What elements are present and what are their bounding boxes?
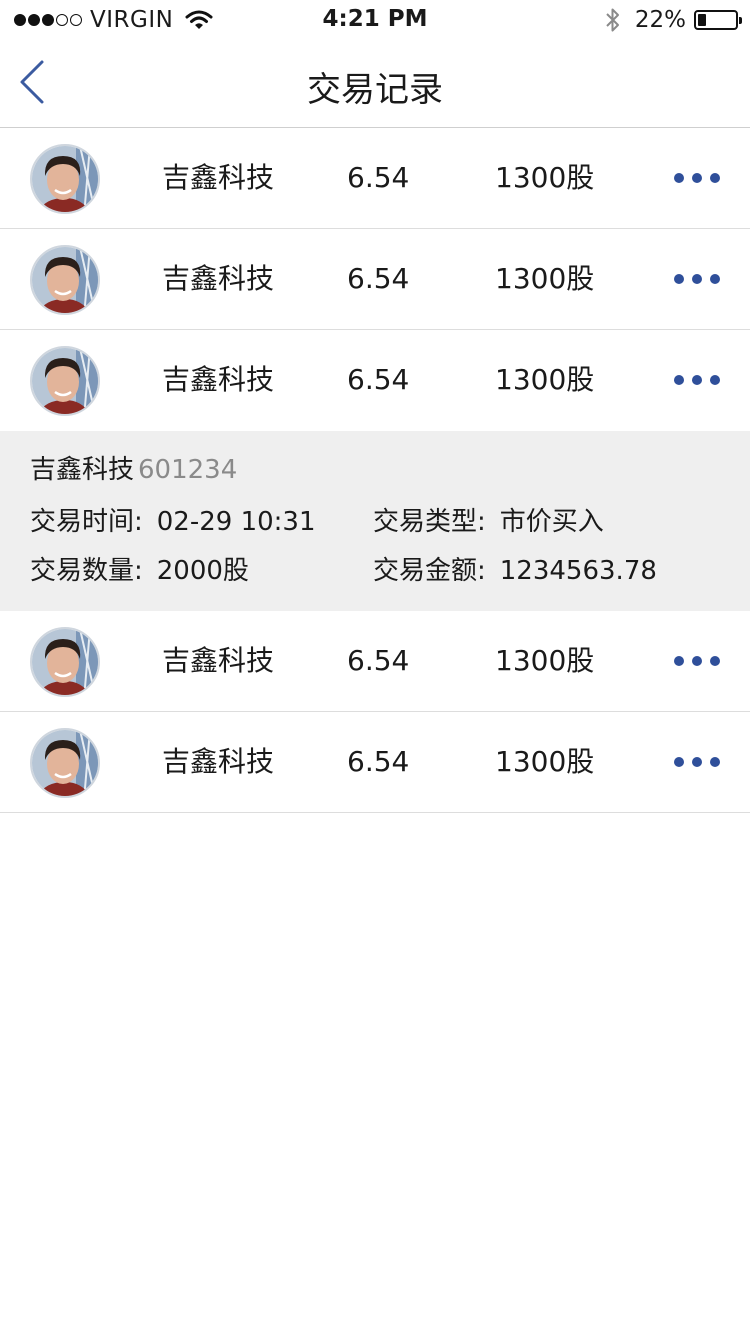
status-right: 22% xyxy=(605,6,742,34)
detail-value: 市价买入 xyxy=(499,507,604,537)
battery-percent: 22% xyxy=(634,7,686,33)
table-row[interactable]: 吉鑫科技 6.54 1300股 xyxy=(0,611,750,712)
detail-label: 交易金额: xyxy=(373,556,486,586)
table-row[interactable]: 吉鑫科技 6.54 1300股 xyxy=(0,330,750,431)
stock-quantity: 1300股 xyxy=(495,161,595,194)
bluetooth-icon xyxy=(606,8,619,32)
trade-record-list: 吉鑫科技 6.54 1300股 吉鑫科技 6.54 1300股 吉鑫科技 6.5… xyxy=(0,128,750,813)
detail-trade-quantity: 交易数量: 2000股 xyxy=(30,554,249,588)
detail-value: 1234563.78 xyxy=(499,556,657,586)
more-icon[interactable] xyxy=(674,173,720,183)
stock-name: 吉鑫科技 xyxy=(162,745,275,778)
detail-label: 交易类型: xyxy=(373,507,486,537)
detail-label: 交易时间: xyxy=(30,507,143,537)
avatar xyxy=(30,627,100,697)
stock-price: 6.54 xyxy=(347,745,410,778)
battery-icon xyxy=(694,10,742,30)
stock-price: 6.54 xyxy=(347,644,410,677)
stock-price: 6.54 xyxy=(347,363,410,396)
detail-label: 交易数量: xyxy=(30,556,143,586)
detail-value: 2000股 xyxy=(156,556,249,586)
detail-value: 02-29 10:31 xyxy=(156,507,316,537)
stock-quantity: 1300股 xyxy=(495,745,595,778)
stock-price: 6.54 xyxy=(347,262,410,295)
detail-title: 吉鑫科技 601234 xyxy=(30,453,237,487)
more-icon[interactable] xyxy=(674,274,720,284)
detail-trade-amount: 交易金额: 1234563.78 xyxy=(373,554,657,588)
nav-bar: 交易记录 xyxy=(0,40,750,128)
detail-trade-type: 交易类型: 市价买入 xyxy=(373,505,604,539)
avatar xyxy=(30,346,100,416)
stock-quantity: 1300股 xyxy=(495,363,595,396)
stock-price: 6.54 xyxy=(347,161,410,194)
stock-quantity: 1300股 xyxy=(495,644,595,677)
detail-trade-time: 交易时间: 02-29 10:31 xyxy=(30,505,316,539)
stock-name: 吉鑫科技 xyxy=(162,262,275,295)
table-row[interactable]: 吉鑫科技 6.54 1300股 xyxy=(0,712,750,813)
status-bar: VIRGIN 4:21 PM 22% xyxy=(0,0,750,40)
page-title: 交易记录 xyxy=(307,70,443,110)
avatar xyxy=(30,144,100,214)
trade-detail-panel: 吉鑫科技 601234 交易时间: 02-29 10:31 交易类型: 市价买入 交易… xyxy=(0,431,750,611)
stock-name: 吉鑫科技 xyxy=(162,161,275,194)
table-row[interactable]: 吉鑫科技 6.54 1300股 xyxy=(0,229,750,330)
detail-stock-name: 吉鑫科技 xyxy=(30,455,135,485)
more-icon[interactable] xyxy=(674,757,720,767)
more-icon[interactable] xyxy=(674,656,720,666)
stock-quantity: 1300股 xyxy=(495,262,595,295)
avatar xyxy=(30,245,100,315)
stock-name: 吉鑫科技 xyxy=(162,363,275,396)
detail-stock-code: 601234 xyxy=(138,455,238,485)
table-row[interactable]: 吉鑫科技 6.54 1300股 xyxy=(0,128,750,229)
more-icon[interactable] xyxy=(674,375,720,385)
avatar xyxy=(30,728,100,798)
stock-name: 吉鑫科技 xyxy=(162,644,275,677)
